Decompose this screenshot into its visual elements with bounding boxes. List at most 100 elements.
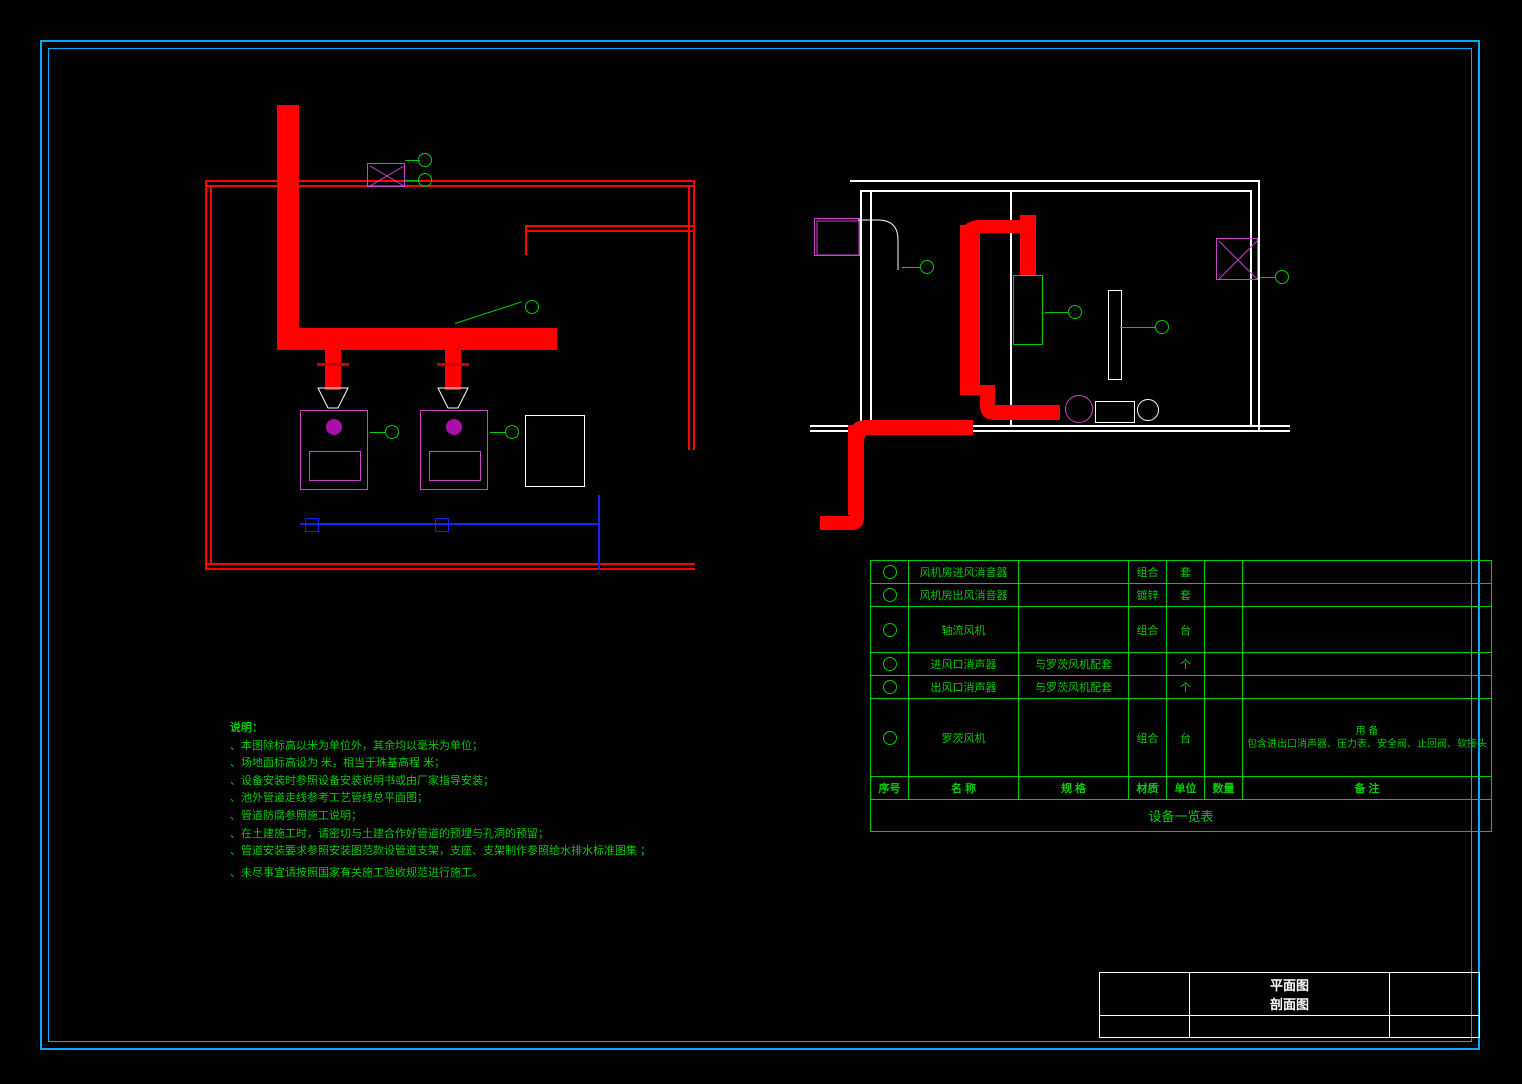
drawing-title-2: 剖面图: [1198, 994, 1381, 1013]
cell-mat: [1129, 676, 1167, 699]
callout-circle: [418, 153, 432, 167]
louver-duct: [858, 220, 898, 270]
cell-spec: 与罗茨风机配套: [1019, 653, 1129, 676]
flange-1: [317, 363, 349, 366]
cell-name: 罗茨风机: [909, 699, 1019, 777]
table-row: 轴流风机 组合 台: [871, 607, 1492, 653]
cell-spec: [1019, 584, 1129, 607]
note-line: 、未尽事宜请按照国家有关施工验收规范进行施工。: [230, 865, 830, 883]
cell-unit: 个: [1167, 676, 1205, 699]
flange-2: [437, 363, 469, 366]
row-circle: [883, 657, 897, 671]
louver-right: [1216, 238, 1258, 280]
blue-pipe-v: [598, 495, 600, 570]
cell-note: [1243, 653, 1492, 676]
reducer-1: [318, 388, 348, 408]
damper-top: [367, 163, 405, 187]
row-circle: [883, 588, 897, 602]
cell-qty: [1205, 699, 1243, 777]
branch-1: [325, 350, 341, 390]
col-header: 数量: [1205, 777, 1243, 800]
callout-circle: [920, 260, 934, 274]
branch-2: [445, 350, 461, 390]
cell-name: 出风口消声器: [909, 676, 1019, 699]
pipe-vertical: [277, 105, 299, 335]
title-block: 平面图 剖面图: [1099, 972, 1480, 1038]
partition-v: [525, 225, 527, 255]
wall-left: [205, 180, 207, 570]
table-title-row: 设备一览表: [871, 800, 1492, 832]
blower-section: [1065, 385, 1165, 425]
blower-1: [300, 410, 368, 490]
cell-unit: 套: [1167, 584, 1205, 607]
pipe-horizontal: [277, 328, 557, 350]
note-line: 、场地面标高设为 米，相当于珠基高程 米；: [230, 755, 830, 773]
col-header: 单位: [1167, 777, 1205, 800]
control-panel: [525, 415, 585, 487]
callout-circle: [1068, 305, 1082, 319]
sec-silencer: [1013, 275, 1043, 345]
cell-note: [1243, 561, 1492, 584]
callout-circle: [505, 425, 519, 439]
callout-circle: [525, 300, 539, 314]
note-line: 、设备安装时参照设备安装说明书或由厂家指导安装；: [230, 773, 830, 791]
cell-qty: [1205, 607, 1243, 653]
plan-view: [205, 105, 695, 565]
cell-mat: 组合: [1129, 607, 1167, 653]
cell-name: 进风口消声器: [909, 653, 1019, 676]
blue-pipe-h: [300, 523, 600, 525]
col-header: 备 注: [1243, 777, 1492, 800]
cell-name: 轴流风机: [909, 607, 1019, 653]
cell-qty: [1205, 561, 1243, 584]
note-line: 、本图除标高以米为单位外，其余均以毫米为单位；: [230, 738, 830, 756]
row-circle: [883, 731, 897, 745]
drawing-title-1: 平面图: [1198, 975, 1381, 994]
blue-fitting-1: [305, 518, 319, 532]
equipment-table: 风机房进风消音器 组合 套 风机房出风消音器 镀锌 套 轴流风机 组合 台: [870, 560, 1492, 832]
cell-unit: 台: [1167, 699, 1205, 777]
cell-spec: [1019, 607, 1129, 653]
wall-right: [693, 180, 695, 450]
cell-note: 用 备 包含进出口消声器、压力表、安全阀、止回阀、软接头: [1243, 699, 1492, 777]
roof-top: [850, 180, 1260, 182]
title-cell-blank: [1100, 973, 1190, 1016]
title-cell-blank: [1190, 1016, 1390, 1038]
table-row: 风机房出风消音器 镀锌 套: [871, 584, 1492, 607]
cell-unit: 台: [1167, 607, 1205, 653]
cell-spec: 与罗茨风机配套: [1019, 676, 1129, 699]
note-line: 、在土建施工时，请密切与土建合作好管道的预埋与孔洞的预留；: [230, 826, 830, 844]
reducer-2: [438, 388, 468, 408]
callout-circle: [385, 425, 399, 439]
blue-fitting-2: [435, 518, 449, 532]
title-cell-blank: [1390, 1016, 1480, 1038]
col-header: 序号: [871, 777, 909, 800]
partition-2: [525, 230, 695, 232]
cell-name: 风机房进风消音器: [909, 561, 1019, 584]
cell-unit: 个: [1167, 653, 1205, 676]
table-row: 进风口消声器 与罗茨风机配套 个: [871, 653, 1492, 676]
note-line: 、管道安装要求参照安装图范款设管道支架，支座、支架制作参照给水排水标准图集 ；: [230, 843, 830, 861]
sec-pipe-v: [960, 225, 980, 395]
note-line: 、管道防腐参照施工说明；: [230, 808, 830, 826]
sec-stack: [1108, 290, 1122, 380]
sec-floor-pipe: [848, 415, 973, 445]
cell-mat: 镀锌: [1129, 584, 1167, 607]
section-view: [810, 160, 1290, 540]
equipment-table-wrap: 风机房进风消音器 组合 套 风机房出风消音器 镀锌 套 轴流风机 组合 台: [870, 560, 1492, 832]
cell-unit: 套: [1167, 561, 1205, 584]
cell-spec: [1019, 561, 1129, 584]
cell-name: 风机房出风消音器: [909, 584, 1019, 607]
row-circle: [883, 680, 897, 694]
cell-mat: [1129, 653, 1167, 676]
cell-qty: [1205, 676, 1243, 699]
notes-heading: 说明：: [230, 720, 830, 738]
cell-qty: [1205, 653, 1243, 676]
cell-note: [1243, 607, 1492, 653]
wall-r2: [1258, 180, 1260, 430]
wall-bottom: [205, 568, 695, 570]
table-row: 出风口消声器 与罗茨风机配套 个: [871, 676, 1492, 699]
col-header: 材质: [1129, 777, 1167, 800]
table-row: 风机房进风消音器 组合 套: [871, 561, 1492, 584]
note-line: 、池外管道走线参考工艺管线总平面图；: [230, 790, 830, 808]
col-header: 名 称: [909, 777, 1019, 800]
